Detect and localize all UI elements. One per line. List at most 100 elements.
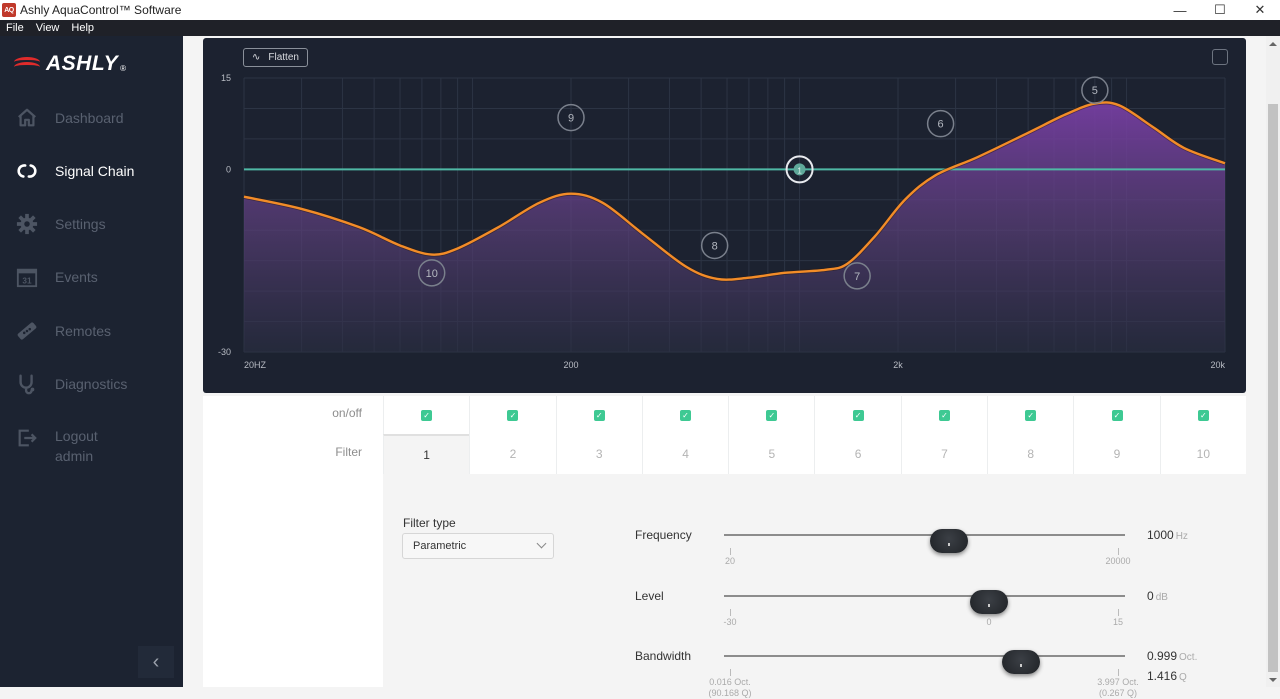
menu-file[interactable]: File [0, 22, 30, 34]
scroll-down-icon[interactable] [1269, 678, 1277, 682]
app-icon: AQ [2, 3, 16, 17]
gear-icon [15, 212, 39, 236]
filter-node-8[interactable]: 8 [700, 231, 729, 260]
q-value: 1.416 [1147, 669, 1178, 683]
filter-enable-checkbox[interactable]: ✓ [421, 409, 433, 421]
filter-tab[interactable]: 5 [728, 434, 815, 474]
x-tick-label: 20HZ [244, 360, 267, 370]
sidebar-item-events[interactable]: 31 Events [0, 265, 183, 289]
x-tick-label: 2k [893, 360, 903, 370]
bandwidth-slider-handle[interactable] [1002, 650, 1040, 674]
title-bar: AQ Ashly AquaControl™ Software — ☐ ✕ [0, 0, 1280, 20]
filter-node-6[interactable]: 6 [926, 109, 955, 138]
collapse-sidebar-button[interactable]: ‹ [138, 646, 174, 678]
filter-enable-checkbox[interactable]: ✓ [852, 409, 864, 421]
filter-tab[interactable]: 8 [987, 434, 1074, 474]
link-icon [15, 159, 39, 183]
filter-type-select[interactable]: Parametric [402, 533, 554, 559]
eq-graph[interactable]: 150-3020HZ 200 2k 20k15678910 [203, 38, 1246, 393]
filter-tabs: 1 2 3 4 5 6 7 8 9 10 [383, 434, 1246, 474]
sidebar-item-logout[interactable]: Logout admin [0, 426, 183, 466]
filter-node-label: 5 [1092, 85, 1098, 97]
level-slider-handle[interactable] [969, 590, 1008, 614]
remote-icon [15, 319, 39, 343]
sidebar-item-diagnostics[interactable]: Diagnostics [0, 372, 183, 396]
menu-help[interactable]: Help [65, 22, 100, 34]
filter-tab[interactable]: 4 [641, 434, 729, 474]
eq-graph-panel: 15 0 -30 20HZ 200 2k 20k 1 5 6 7 8 9 10 ∿ Flatten [203, 38, 1246, 393]
logout-icon [15, 426, 39, 450]
filter-row-label: Filter [335, 445, 362, 459]
filter-section: on/off Filter ✓ ✓ ✓ ✓ ✓ ✓ ✓ ✓ ✓ ✓ 1 2 3 4 5 6 7 8 9 10 Fil… [203, 396, 1246, 698]
close-button[interactable]: ✕ [1240, 0, 1280, 20]
filter-enable-checkbox[interactable]: ✓ [1197, 409, 1209, 421]
frequency-control: Frequency 20 20000 1000 Hz [635, 528, 1188, 566]
main-content: 15 0 -30 20HZ 200 2k 20k 1 5 6 7 8 9 10 ∿ Flatten on/… [183, 36, 1266, 698]
filter-tab[interactable]: 3 [555, 434, 642, 474]
stethoscope-icon [15, 372, 39, 396]
vertical-scrollbar[interactable] [1266, 36, 1280, 687]
onoff-row-label: on/off [332, 406, 362, 420]
frequency-slider-handle[interactable] [930, 529, 969, 553]
filter-onoff-cell: ✓ [555, 396, 642, 434]
filter-enable-checkbox[interactable]: ✓ [1111, 409, 1123, 421]
sidebar-item-signal-chain[interactable]: Signal Chain [0, 159, 183, 183]
level-control: Level -30 0 15 0 dB [635, 589, 1168, 627]
bandwidth-value: 0.999 [1147, 649, 1178, 663]
sidebar-item-remotes[interactable]: Remotes [0, 319, 183, 343]
ashly-logo: ASHLY ® [14, 52, 126, 76]
filter-tab[interactable]: 9 [1073, 434, 1160, 474]
sidebar-item-dashboard[interactable]: Dashboard [0, 106, 183, 130]
filter-onoff-cell: ✓ [814, 396, 901, 434]
logo-chevron-icon [14, 57, 40, 71]
scroll-up-icon[interactable] [1269, 42, 1277, 46]
eq-curve-fill [244, 102, 1225, 352]
level-slider[interactable]: -30 0 15 [723, 590, 1125, 627]
filter-enable-checkbox[interactable]: ✓ [938, 409, 950, 421]
chevron-down-icon [536, 538, 547, 549]
x-tick-label: 200 [563, 360, 578, 370]
x-tick-label: 20k [1210, 360, 1225, 370]
filter-node-label: 6 [938, 119, 944, 131]
filter-onoff-cell: ✓ [469, 396, 556, 434]
flatten-button[interactable]: ∿ Flatten [243, 48, 308, 67]
filter-onoff-cell: ✓ [1159, 396, 1246, 434]
home-icon [15, 106, 39, 130]
filter-onoff-cell: ✓ [900, 396, 988, 434]
filter-tab[interactable]: 1 [383, 434, 470, 474]
maximize-button[interactable]: ☐ [1200, 0, 1240, 20]
filter-enable-checkbox[interactable]: ✓ [766, 409, 778, 421]
filter-node-label: 1 [797, 166, 802, 175]
level-value: 0 [1147, 589, 1154, 603]
minimize-button[interactable]: — [1160, 0, 1200, 20]
filter-enable-checkbox[interactable]: ✓ [507, 409, 519, 421]
bandwidth-control: Bandwidth 0.016 Oct. (90.168 Q) 3.997 Oc… [635, 649, 1198, 698]
menu-view[interactable]: View [30, 22, 66, 34]
filter-onoff-cell: ✓ [728, 396, 815, 434]
filter-onoff-cell: ✓ [987, 396, 1074, 434]
filter-tab[interactable]: 2 [469, 434, 556, 474]
onoff-row: ✓ ✓ ✓ ✓ ✓ ✓ ✓ ✓ ✓ ✓ [383, 396, 1246, 434]
filter-enable-checkbox[interactable]: ✓ [680, 409, 692, 421]
filter-type-label: Filter type [403, 516, 456, 530]
scrollbar-thumb[interactable] [1268, 104, 1278, 672]
sidebar: ASHLY ® Dashboard Signal Chain Settings … [0, 36, 183, 687]
filter-node-label: 7 [854, 271, 860, 283]
wave-icon: ∿ [252, 52, 261, 63]
svg-text:31: 31 [22, 276, 32, 285]
sidebar-item-settings[interactable]: Settings [0, 212, 183, 236]
filter-tab[interactable]: 10 [1159, 434, 1246, 474]
y-tick-label: 0 [226, 164, 231, 174]
filter-onoff-cell: ✓ [383, 396, 470, 434]
filter-node-label: 10 [426, 268, 438, 280]
filter-node-label: 9 [568, 113, 574, 125]
frequency-slider[interactable]: 20 20000 [724, 529, 1131, 566]
fullscreen-icon[interactable] [1212, 49, 1228, 65]
filter-tab[interactable]: 7 [900, 434, 988, 474]
filter-enable-checkbox[interactable]: ✓ [593, 409, 605, 421]
filter-enable-checkbox[interactable]: ✓ [1025, 409, 1037, 421]
bandwidth-slider[interactable]: 0.016 Oct. (90.168 Q) 3.997 Oct. (0.267 … [708, 650, 1139, 698]
filter-tab[interactable]: 6 [814, 434, 901, 474]
window-title: Ashly AquaControl™ Software [20, 3, 182, 17]
y-tick-label: -30 [218, 347, 231, 357]
